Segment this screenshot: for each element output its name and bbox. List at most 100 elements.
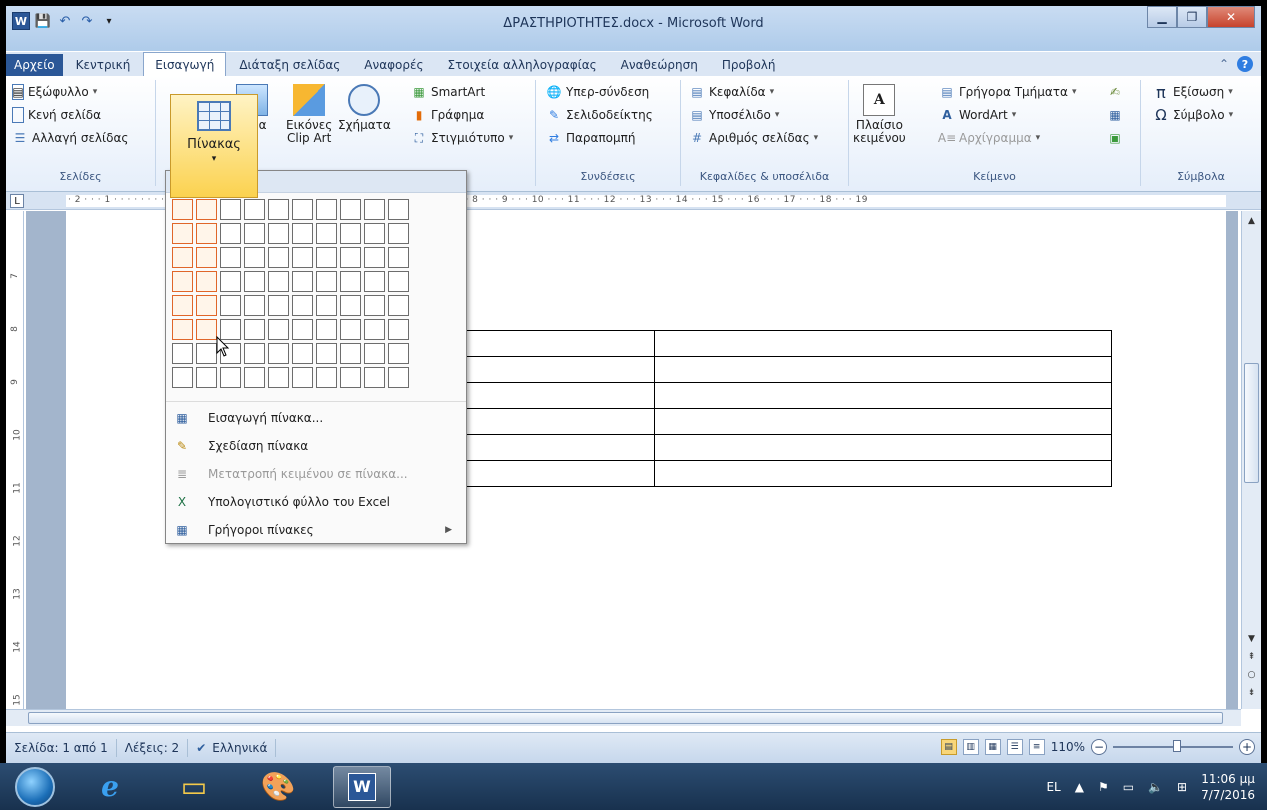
table-cell[interactable]: [654, 408, 1112, 435]
table-grid-cell[interactable]: [388, 367, 409, 388]
table-grid-cell[interactable]: [268, 247, 289, 268]
page-count[interactable]: Σελίδα: 1 από 1: [6, 739, 117, 757]
horizontal-scrollbar[interactable]: [6, 709, 1241, 726]
table-grid-cell[interactable]: [244, 223, 265, 244]
table-grid-cell[interactable]: [316, 271, 337, 292]
table-grid-cell[interactable]: [340, 247, 361, 268]
table-size-grid[interactable]: [172, 199, 410, 389]
table-cell[interactable]: [654, 382, 1112, 409]
table-grid-cell[interactable]: [268, 271, 289, 292]
date-time-button[interactable]: ▦: [1107, 105, 1123, 125]
web-layout-view-icon[interactable]: ▦: [984, 739, 1001, 755]
header-button[interactable]: ▤ Κεφαλίδα: [689, 82, 774, 102]
table-grid-cell[interactable]: [172, 199, 193, 220]
table-menu-item[interactable]: X Υπολογιστικό φύλλο του Excel: [166, 488, 466, 516]
document-table[interactable]: [464, 330, 1112, 487]
table-grid-cell[interactable]: [388, 295, 409, 316]
horizontal-scroll-thumb[interactable]: [28, 712, 1223, 724]
table-grid-cell[interactable]: [196, 343, 217, 364]
draft-view-icon[interactable]: ≡: [1028, 739, 1045, 755]
bookmark-button[interactable]: ✎ Σελιδοδείκτης: [546, 105, 653, 125]
table-grid-cell[interactable]: [244, 247, 265, 268]
table-grid-cell[interactable]: [364, 367, 385, 388]
smartart-button[interactable]: ▦ SmartArt: [411, 82, 485, 102]
scroll-down-icon[interactable]: ▼: [1242, 631, 1261, 647]
table-grid-cell[interactable]: [244, 271, 265, 292]
table-grid-cell[interactable]: [340, 271, 361, 292]
table-grid-cell[interactable]: [220, 223, 241, 244]
table-grid-cell[interactable]: [292, 295, 313, 316]
table-grid-cell[interactable]: [292, 343, 313, 364]
table-cell[interactable]: [464, 408, 655, 435]
clock[interactable]: 11:06 μμ 7/7/2016: [1201, 771, 1255, 803]
tab-file[interactable]: Αρχείο: [6, 54, 63, 76]
table-cell[interactable]: [464, 330, 655, 357]
table-grid-cell[interactable]: [364, 199, 385, 220]
page-number-button[interactable]: # Αριθμός σελίδας: [689, 128, 818, 148]
table-grid-cell[interactable]: [388, 271, 409, 292]
signature-line-button[interactable]: ✍: [1107, 82, 1123, 102]
paint-icon[interactable]: 🎨: [249, 766, 307, 808]
table-grid-cell[interactable]: [244, 367, 265, 388]
table-grid-cell[interactable]: [388, 343, 409, 364]
tab-mailings[interactable]: Στοιχεία αλληλογραφίας: [437, 54, 608, 76]
next-page-icon[interactable]: ⇟: [1242, 685, 1261, 701]
vertical-scrollbar[interactable]: ▲ ▼ ⇞ ○ ⇟: [1241, 211, 1261, 709]
action-center-flag-icon[interactable]: ⚑: [1098, 780, 1109, 794]
table-grid-cell[interactable]: [340, 223, 361, 244]
minimize-button[interactable]: ▁: [1147, 6, 1177, 28]
show-hidden-icons-icon[interactable]: ▲: [1075, 780, 1084, 794]
word-taskbar-icon[interactable]: W: [333, 765, 391, 808]
table-grid-cell[interactable]: [268, 319, 289, 340]
full-screen-view-icon[interactable]: ▥: [962, 739, 979, 755]
table-grid-cell[interactable]: [364, 223, 385, 244]
table-menu-item[interactable]: ▦ Εισαγωγή πίνακα...: [166, 404, 466, 432]
previous-page-icon[interactable]: ⇞: [1242, 649, 1261, 665]
file-explorer-icon[interactable]: ▭: [165, 766, 223, 808]
table-grid-cell[interactable]: [292, 319, 313, 340]
tab-insert[interactable]: Εισαγωγή: [143, 52, 227, 76]
table-grid-cell[interactable]: [340, 295, 361, 316]
table-menu-item[interactable]: ▦ Γρήγοροι πίνακες ▶: [166, 516, 466, 544]
table-grid-cell[interactable]: [244, 319, 265, 340]
hyperlink-button[interactable]: 🌐 Υπερ-σύνδεση: [546, 82, 650, 102]
table-cell[interactable]: [654, 330, 1112, 357]
table-cell[interactable]: [464, 356, 655, 383]
tab-selector-icon[interactable]: L: [10, 194, 24, 208]
table-grid-cell[interactable]: [388, 247, 409, 268]
table-grid-cell[interactable]: [292, 271, 313, 292]
footer-button[interactable]: ▤ Υποσέλιδο: [689, 105, 779, 125]
table-cell[interactable]: [464, 460, 655, 487]
table-grid-cell[interactable]: [196, 247, 217, 268]
table-grid-cell[interactable]: [340, 367, 361, 388]
table-grid-cell[interactable]: [172, 295, 193, 316]
table-grid-cell[interactable]: [364, 271, 385, 292]
textbox-button[interactable]: A Πλαίσιο κειμένου: [853, 84, 906, 145]
table-grid-cell[interactable]: [340, 199, 361, 220]
table-grid-cell[interactable]: [316, 367, 337, 388]
drop-cap-button[interactable]: A≡ Αρχίγραμμα: [938, 128, 1040, 148]
table-grid-cell[interactable]: [220, 247, 241, 268]
tab-view[interactable]: Προβολή: [711, 54, 787, 76]
print-layout-view-icon[interactable]: ▤: [940, 739, 957, 755]
close-button[interactable]: ✕: [1207, 6, 1255, 28]
table-menu-item[interactable]: ✎ Σχεδίαση πίνακα: [166, 432, 466, 460]
table-grid-cell[interactable]: [268, 343, 289, 364]
table-grid-cell[interactable]: [292, 223, 313, 244]
table-grid-cell[interactable]: [172, 247, 193, 268]
input-language[interactable]: EL: [1046, 780, 1060, 794]
table-grid-cell[interactable]: [220, 295, 241, 316]
table-grid-cell[interactable]: [268, 199, 289, 220]
tab-references[interactable]: Αναφορές: [353, 54, 434, 76]
table-grid-cell[interactable]: [292, 247, 313, 268]
table-grid-cell[interactable]: [196, 271, 217, 292]
table-grid-cell[interactable]: [340, 343, 361, 364]
tab-page-layout[interactable]: Διάταξη σελίδας: [228, 54, 351, 76]
table-cell[interactable]: [654, 434, 1112, 461]
table-grid-cell[interactable]: [220, 199, 241, 220]
table-grid-cell[interactable]: [292, 199, 313, 220]
table-cell[interactable]: [654, 460, 1112, 487]
tab-review[interactable]: Αναθεώρηση: [610, 54, 709, 76]
table-grid-cell[interactable]: [196, 319, 217, 340]
scroll-up-icon[interactable]: ▲: [1242, 213, 1261, 229]
